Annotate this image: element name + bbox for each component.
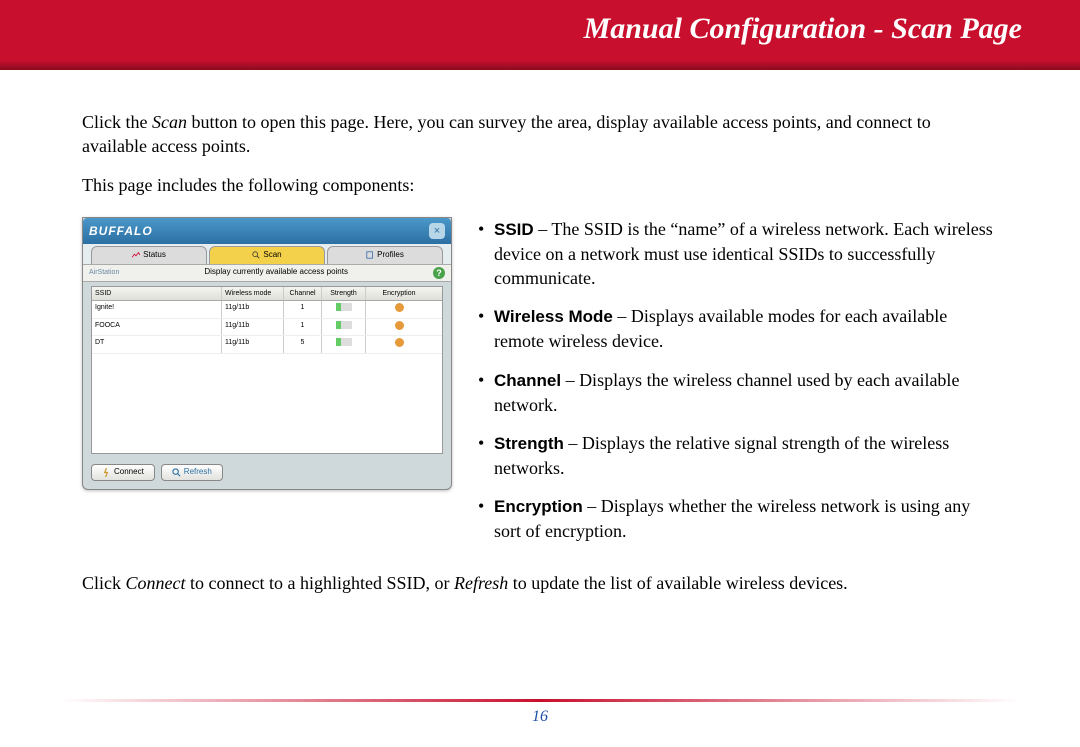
cell-strength — [322, 319, 366, 335]
search-icon — [172, 468, 181, 477]
signal-icon — [336, 338, 352, 346]
table-row[interactable]: DT 11g/11b 5 — [92, 336, 442, 353]
bullet-strength: Strength – Displays the relative signal … — [478, 431, 998, 480]
header-divider — [0, 60, 1080, 70]
table-row[interactable]: Ignite! 11g/11b 1 — [92, 301, 442, 318]
bolt-icon — [102, 468, 111, 477]
cell-ssid: DT — [92, 336, 222, 352]
lock-icon — [395, 303, 404, 312]
app-name: AirStation — [89, 268, 119, 277]
cell-channel: 5 — [284, 336, 322, 352]
brand-logo: BUFFALO — [89, 223, 153, 239]
cell-strength — [322, 336, 366, 352]
help-icon[interactable]: ? — [433, 267, 445, 279]
signal-icon — [336, 321, 352, 329]
text: to update the list of available wireless… — [508, 573, 847, 593]
page-footer: 16 — [0, 699, 1080, 747]
lock-icon — [395, 321, 404, 330]
col-strength[interactable]: Strength — [322, 287, 366, 300]
desc: – The SSID is the “name” of a wireless n… — [494, 219, 993, 288]
cell-encryption — [366, 336, 432, 352]
table-header: SSID Wireless mode Channel Strength Encr… — [92, 287, 442, 301]
scan-word: Scan — [152, 112, 187, 132]
page-number: 16 — [0, 708, 1080, 726]
button-label: Connect — [114, 467, 144, 478]
cell-ssid: Ignite! — [92, 301, 222, 317]
text: button to open this page. Here, you can … — [82, 112, 931, 156]
bullet-wireless-mode: Wireless Mode – Displays available modes… — [478, 304, 998, 353]
tab-label: Scan — [263, 250, 281, 261]
col-mode[interactable]: Wireless mode — [222, 287, 284, 300]
search-icon — [252, 251, 260, 259]
cell-mode: 11g/11b — [222, 336, 284, 352]
col-channel[interactable]: Channel — [284, 287, 322, 300]
cell-channel: 1 — [284, 301, 322, 317]
col-ssid[interactable]: SSID — [92, 287, 222, 300]
button-label: Refresh — [184, 467, 212, 478]
cell-encryption — [366, 301, 432, 317]
term: Wireless Mode — [494, 307, 613, 326]
outro-paragraph: Click Connect to connect to a highlighte… — [82, 571, 998, 595]
term: SSID — [494, 220, 534, 239]
lock-icon — [395, 338, 404, 347]
signal-icon — [336, 303, 352, 311]
connect-button[interactable]: Connect — [91, 464, 155, 481]
body-content: Click the Scan button to open this page.… — [0, 70, 1080, 596]
cell-strength — [322, 301, 366, 317]
cell-ssid: FOOCA — [92, 319, 222, 335]
page-header: Manual Configuration - Scan Page — [0, 0, 1080, 60]
intro-paragraph-1: Click the Scan button to open this page.… — [82, 110, 998, 159]
page-title: Manual Configuration - Scan Page — [584, 12, 1022, 45]
intro-paragraph-2: This page includes the following compone… — [82, 173, 998, 197]
window-titlebar: BUFFALO × — [83, 218, 451, 244]
tab-label: Profiles — [377, 250, 404, 261]
close-icon[interactable]: × — [429, 223, 445, 239]
bullet-encryption: Encryption – Displays whether the wirele… — [478, 494, 998, 543]
bullet-ssid: SSID – The SSID is the “name” of a wirel… — [478, 217, 998, 291]
table-row[interactable]: FOOCA 11g/11b 1 — [92, 319, 442, 336]
network-table: SSID Wireless mode Channel Strength Encr… — [91, 286, 443, 454]
refresh-button[interactable]: Refresh — [161, 464, 223, 481]
tab-profiles[interactable]: Profiles — [327, 246, 443, 264]
tab-label: Status — [143, 250, 166, 261]
footer-divider — [60, 699, 1020, 702]
text: Click — [82, 573, 126, 593]
text: Click the — [82, 112, 152, 132]
col-encryption[interactable]: Encryption — [366, 287, 432, 300]
subheading: Display currently available access point… — [204, 267, 348, 278]
tab-scan[interactable]: Scan — [209, 246, 325, 264]
refresh-word: Refresh — [454, 573, 508, 593]
cell-mode: 11g/11b — [222, 301, 284, 317]
connect-word: Connect — [126, 573, 186, 593]
desc: – Displays the wireless channel used by … — [494, 370, 959, 415]
cell-encryption — [366, 319, 432, 335]
term: Channel — [494, 371, 561, 390]
cell-channel: 1 — [284, 319, 322, 335]
status-icon — [132, 251, 140, 259]
term: Encryption — [494, 497, 583, 516]
text: to connect to a highlighted SSID, or — [186, 573, 454, 593]
profiles-icon — [366, 251, 374, 259]
definition-list: SSID – The SSID is the “name” of a wirel… — [478, 217, 998, 557]
bullet-channel: Channel – Displays the wireless channel … — [478, 368, 998, 417]
cell-mode: 11g/11b — [222, 319, 284, 335]
app-screenshot: BUFFALO × Status Scan Profiles — [82, 217, 452, 490]
tab-status[interactable]: Status — [91, 246, 207, 264]
term: Strength — [494, 434, 564, 453]
